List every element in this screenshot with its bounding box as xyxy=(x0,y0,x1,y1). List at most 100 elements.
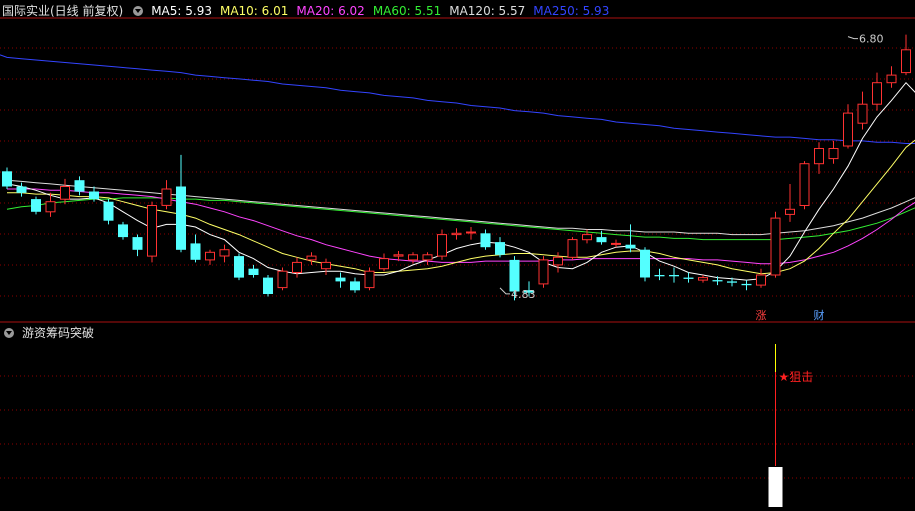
candle-body xyxy=(45,201,56,213)
candle-body xyxy=(451,232,462,236)
candle xyxy=(321,258,331,276)
candle-body xyxy=(205,251,215,261)
signal-label: ★狙击 xyxy=(779,370,814,384)
candle xyxy=(466,226,476,240)
candle xyxy=(219,244,230,263)
candle xyxy=(277,267,288,291)
candle-body xyxy=(799,163,810,206)
candle xyxy=(147,201,157,263)
ma-legend-item: MA120: 5.57 xyxy=(449,4,526,18)
candle-body xyxy=(60,186,70,200)
candle-body xyxy=(248,268,259,275)
signal-bar xyxy=(768,467,783,507)
candle xyxy=(553,252,563,273)
candle-body xyxy=(118,224,128,238)
candle-body xyxy=(408,254,418,261)
candle xyxy=(538,256,549,288)
candle-body xyxy=(2,171,12,187)
candle xyxy=(640,247,650,282)
candle-body xyxy=(393,254,404,257)
candle xyxy=(843,104,853,149)
candle-body xyxy=(263,277,273,294)
candle-body xyxy=(219,249,230,257)
candle xyxy=(625,224,636,253)
candle-body xyxy=(306,255,317,261)
ma-legend: MA5: 5.93 MA10: 6.01 MA20: 6.02 MA60: 5.51 M… xyxy=(151,4,617,18)
indicator-dropdown-icon[interactable] xyxy=(4,327,14,338)
candle xyxy=(103,199,114,225)
indicator-title: 游资筹码突破 xyxy=(22,326,95,340)
candle xyxy=(408,252,418,264)
candle xyxy=(2,167,12,190)
zhang-marker[interactable]: 涨 xyxy=(756,309,767,322)
candle-body xyxy=(567,239,578,258)
candle xyxy=(828,140,839,164)
candle xyxy=(74,176,85,196)
candle-body xyxy=(16,186,27,193)
price-label: 6.80 xyxy=(859,33,884,46)
candle xyxy=(190,234,201,263)
kline-chart: 6.80 4.83 涨 财 ★狙击 xyxy=(0,17,915,507)
candle xyxy=(350,277,360,293)
candle-body xyxy=(89,191,99,200)
candle xyxy=(785,183,795,222)
candle xyxy=(698,275,708,283)
candle xyxy=(872,72,882,111)
candle xyxy=(611,239,621,248)
candle xyxy=(16,182,27,197)
cai-marker[interactable]: 财 xyxy=(814,308,825,322)
main-header: 国际实业(日线 前复权) MA5: 5.93 MA10: 6.01 MA20: 6.0… xyxy=(2,3,617,19)
candle-body xyxy=(683,277,694,279)
candle-body xyxy=(698,277,708,281)
candle xyxy=(654,268,665,281)
candle xyxy=(118,221,128,240)
candle xyxy=(886,66,897,88)
candle xyxy=(683,272,694,283)
candle-body xyxy=(480,233,491,248)
settings-dropdown-icon[interactable] xyxy=(133,5,144,16)
candle-body xyxy=(843,112,853,147)
candle-body xyxy=(190,243,201,260)
candle-body xyxy=(176,186,186,250)
price-label: 4.83 xyxy=(511,288,536,301)
ma-legend-item: MA20: 6.02 xyxy=(296,4,365,18)
candle-body xyxy=(582,234,592,241)
candle xyxy=(234,253,244,281)
candle-body xyxy=(785,208,795,215)
price-label-leader xyxy=(847,36,858,40)
candle-body xyxy=(756,274,766,286)
candle-body xyxy=(161,188,172,206)
candle-body xyxy=(277,270,288,289)
candle-body xyxy=(901,49,911,74)
candle xyxy=(741,280,752,291)
candle xyxy=(567,237,578,260)
candle xyxy=(857,91,868,130)
ma-legend-item: MA5: 5.93 xyxy=(151,4,212,18)
ma-legend-item: MA60: 5.51 xyxy=(372,4,442,18)
candle-body xyxy=(553,256,563,266)
candle xyxy=(263,275,273,297)
candle-body xyxy=(625,244,636,249)
candle-body xyxy=(669,275,679,277)
candle xyxy=(60,178,70,205)
candle-body xyxy=(495,242,505,255)
candle-body xyxy=(654,275,665,277)
candle xyxy=(306,252,317,265)
candle-body xyxy=(31,199,41,212)
candle xyxy=(756,268,766,288)
candle-body xyxy=(364,270,375,289)
candle-body xyxy=(437,234,447,257)
candle-body xyxy=(466,231,476,234)
candle-body xyxy=(321,261,331,270)
candle-body xyxy=(741,283,752,286)
candle-body xyxy=(509,259,520,292)
candle-body xyxy=(103,201,114,221)
chart-root: 6.80 4.83 涨 财 ★狙击 国际实业(日线 前复权) MA5: 5.93 MA10… xyxy=(0,0,915,511)
candle xyxy=(437,229,447,260)
candle xyxy=(31,196,41,215)
candle xyxy=(161,180,172,210)
candle-body xyxy=(712,280,723,282)
indicator-header: 游资筹码突破 xyxy=(2,325,102,341)
candle xyxy=(364,267,375,291)
candle-body xyxy=(727,281,737,283)
